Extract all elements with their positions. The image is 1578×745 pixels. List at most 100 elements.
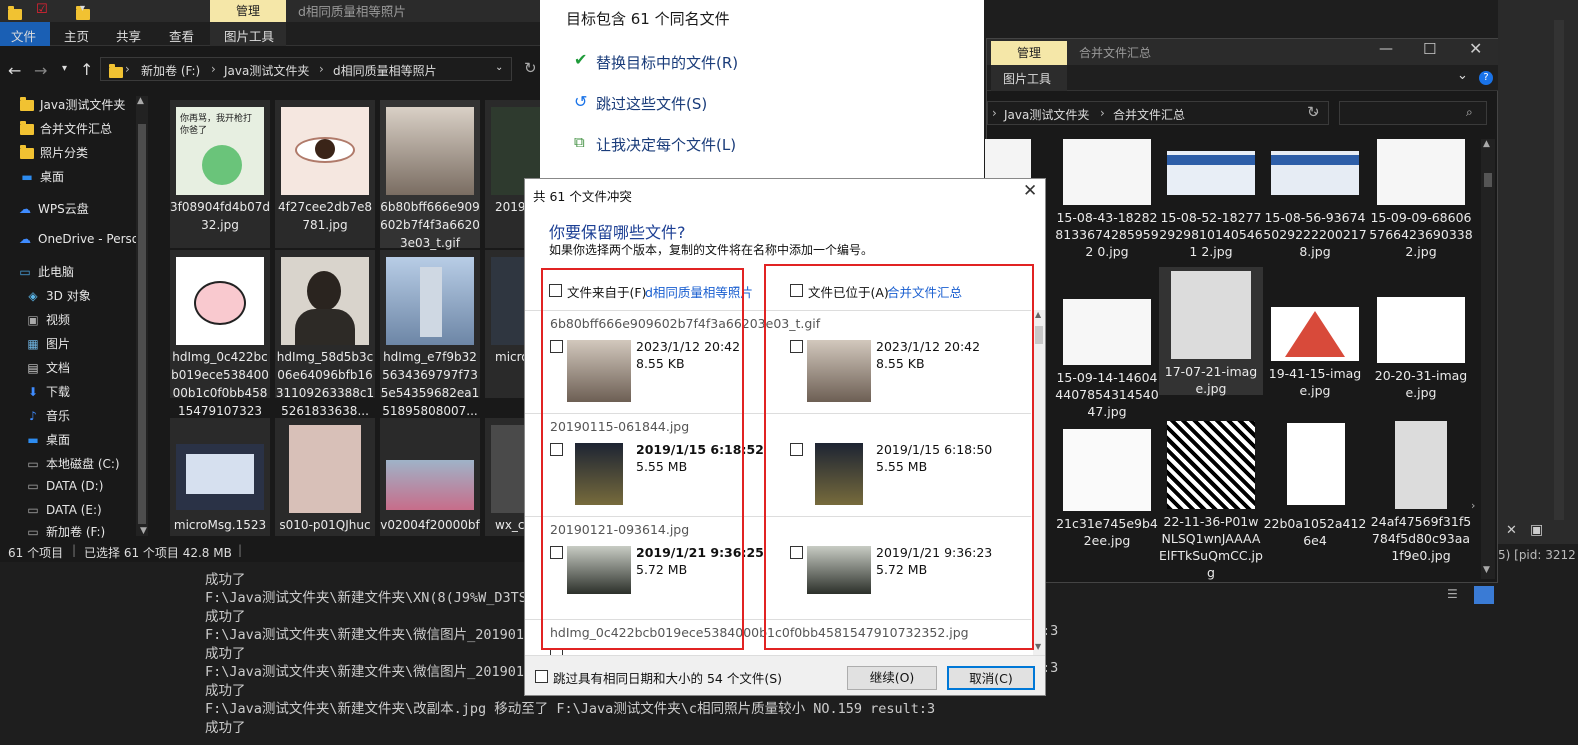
file-tile[interactable]: 你再骂，我开枪打你爸了 3f08904fd4b07d32.jpg bbox=[170, 100, 270, 248]
skip-files-option[interactable]: 跳过这些文件(S) bbox=[596, 93, 707, 114]
search-input[interactable]: ⌕ bbox=[1339, 101, 1487, 125]
nav-item[interactable]: ♪ 音乐 bbox=[26, 407, 70, 424]
refresh-icon[interactable]: ↻ bbox=[1307, 103, 1320, 121]
help-icon[interactable]: ? bbox=[1479, 71, 1493, 85]
tab-file-label[interactable]: 文件 bbox=[11, 26, 36, 45]
file-tile[interactable]: hdImg_0c422bcb019ece53840000b1c0f0bb4581… bbox=[170, 250, 270, 436]
file-tile[interactable]: 6b80bff666e909602b7f4f3a66203e03_t.gif bbox=[380, 100, 480, 250]
nav-item[interactable]: ☁ WPS云盘 bbox=[18, 200, 89, 217]
scrollbar-thumb[interactable] bbox=[138, 124, 146, 524]
file-tile[interactable]: s010-p01QJhuc bbox=[275, 418, 375, 536]
tab-picture-tools[interactable]: 图片工具 bbox=[1003, 70, 1051, 87]
close-icon[interactable]: ✕ bbox=[1023, 181, 1037, 201]
file-tile[interactable]: 15-09-09-686065766423690338 2.jpg bbox=[1369, 139, 1473, 267]
breadcrumb-item[interactable]: Java测试文件夹 bbox=[224, 62, 309, 79]
details-view-icon[interactable]: ☰ bbox=[1447, 587, 1458, 601]
file-tile[interactable]: hdImg_58d5b3c06e64096bfb1631109263388c15… bbox=[275, 250, 375, 418]
maximize-icon[interactable]: ☐ bbox=[1423, 40, 1436, 58]
file-tile[interactable]: 17-07-21-imag e.jpg bbox=[1159, 267, 1263, 396]
checklist-icon[interactable]: ☑ bbox=[36, 2, 48, 17]
file-tile[interactable]: 22-11-36-P01wNLSQ1wnJAAAAElFTkSuQmCC.jpg bbox=[1159, 421, 1263, 580]
nav-item[interactable]: Java测试文件夹 bbox=[20, 96, 125, 113]
tab-picture-tools[interactable]: 图片工具 bbox=[224, 26, 274, 45]
minimize-icon[interactable]: — bbox=[1379, 41, 1393, 57]
nav-item[interactable]: ▣ 视频 bbox=[26, 311, 70, 328]
file-tile[interactable]: 21c31e745e9b42ee.jpg bbox=[1055, 429, 1159, 557]
scrollbar-thumb[interactable] bbox=[1484, 173, 1492, 187]
file-tile[interactable]: 24af47569f31f5784f5d80c93aa1f9e0.jpg bbox=[1369, 421, 1473, 563]
thumbnail-view-icon[interactable] bbox=[1474, 586, 1494, 604]
tab-manage[interactable]: 管理 bbox=[210, 0, 286, 22]
nav-label: Java测试文件夹 bbox=[40, 98, 126, 112]
cancel-button[interactable]: 取消(C) bbox=[947, 666, 1035, 690]
nav-item[interactable]: ▦ 图片 bbox=[26, 335, 70, 352]
background-scrollbar[interactable] bbox=[1554, 20, 1564, 520]
tab-share[interactable]: 共享 bbox=[116, 26, 141, 45]
recent-chevron-icon[interactable]: ▾ bbox=[62, 63, 67, 74]
scroll-up-icon[interactable]: ▲ bbox=[137, 96, 144, 106]
replace-files-option[interactable]: 替换目标中的文件(R) bbox=[596, 52, 738, 73]
nav-scrollbar[interactable]: ▲ bbox=[136, 96, 148, 536]
scroll-up-icon[interactable]: ▲ bbox=[1035, 310, 1041, 319]
close-icon[interactable]: ✕ bbox=[1469, 39, 1482, 58]
nav-item[interactable]: ▭ DATA (E:) bbox=[26, 503, 101, 517]
chevron-down-icon[interactable]: ⌄ bbox=[495, 62, 503, 73]
file-tile[interactable]: hdImg_e7f9b325634369797f735e54359682ea15… bbox=[380, 250, 480, 418]
nav-item[interactable]: ▭ 本地磁盘 (C:) bbox=[26, 455, 119, 472]
nav-item[interactable]: ▭ 此电脑 bbox=[18, 263, 74, 280]
scroll-down-icon[interactable]: ▼ bbox=[1035, 642, 1041, 651]
nav-item[interactable]: ▭ 新加卷 (F:) bbox=[26, 523, 105, 540]
nav-item[interactable]: ▬ 桌面 bbox=[26, 431, 70, 448]
close-icon[interactable]: ✕ bbox=[1506, 523, 1517, 538]
breadcrumb-item[interactable]: Java测试文件夹 bbox=[1004, 106, 1089, 123]
scroll-down-icon[interactable]: ▼ bbox=[140, 526, 147, 536]
meme-text: 你再骂，我开枪打你爸了 bbox=[180, 114, 253, 136]
nav-item[interactable]: ◈ 3D 对象 bbox=[26, 287, 90, 304]
file-tile[interactable]: 15-08-56-936745029222200217 8.jpg bbox=[1263, 139, 1367, 267]
file-tile[interactable]: 15-09-14-146044407854314540 47.jpg bbox=[1055, 299, 1159, 427]
tab-manage[interactable]: 管理 bbox=[991, 41, 1067, 65]
decide-each-option[interactable]: 让我决定每个文件(L) bbox=[596, 134, 736, 155]
scroll-down-icon[interactable]: ▼ bbox=[1483, 565, 1490, 575]
file-tile[interactable]: microMsg.1523 bbox=[170, 418, 270, 536]
breadcrumb-item[interactable]: 新加卷 (F:) bbox=[141, 62, 200, 79]
nav-item[interactable]: 照片分类 bbox=[20, 144, 88, 161]
continue-button[interactable]: 继续(O) bbox=[847, 666, 937, 690]
forward-arrow-icon[interactable]: → bbox=[34, 61, 47, 80]
content-scrollbar[interactable]: ▲ ▼ bbox=[1481, 139, 1495, 579]
scroll-up-icon[interactable]: ▲ bbox=[1483, 139, 1490, 149]
breadcrumb-item[interactable]: d相同质量相等照片 bbox=[333, 62, 437, 79]
file-thumbnail bbox=[1287, 423, 1345, 505]
nav-item[interactable]: 合并文件汇总 bbox=[20, 120, 112, 137]
tab-view[interactable]: 查看 bbox=[169, 26, 194, 45]
dialog-scrollbar[interactable]: ▲ ▼ bbox=[1033, 310, 1045, 655]
address-bar[interactable]: › Java测试文件夹 › 合并文件汇总 ⌄ bbox=[987, 101, 1329, 125]
file-tile[interactable]: 15-08-43-1828281336742859592 0.jpg bbox=[1055, 139, 1159, 267]
window-icon[interactable]: ▣ bbox=[1530, 522, 1543, 538]
file-tile[interactable]: 20-20-31-imag e.jpg bbox=[1369, 297, 1473, 425]
replace-dialog-title: 目标包含 61 个同名文件 bbox=[566, 10, 730, 28]
dialog-heading: 你要保留哪些文件? bbox=[549, 223, 686, 242]
dialog-footer: 跳过具有相同日期和大小的 54 个文件(S) 继续(O) 取消(C) bbox=[525, 655, 1045, 695]
file-tile[interactable]: 15-08-52-1827729298101405461 2.jpg bbox=[1159, 139, 1263, 267]
chevron-right-icon[interactable]: › bbox=[1471, 499, 1475, 512]
file-tile[interactable]: 4f27cee2db7e8781.jpg bbox=[275, 100, 375, 248]
up-arrow-icon[interactable]: ↑ bbox=[80, 60, 93, 79]
nav-item[interactable]: ▭ DATA (D:) bbox=[26, 479, 103, 493]
scrollbar-thumb[interactable] bbox=[1035, 326, 1043, 344]
nav-item[interactable]: ▬ 桌面 bbox=[20, 168, 64, 185]
tab-home[interactable]: 主页 bbox=[64, 26, 89, 45]
file-tile[interactable]: v02004f20000bf bbox=[380, 418, 480, 536]
chevron-down-icon[interactable]: ▾ bbox=[80, 3, 85, 14]
nav-item[interactable]: ▤ 文档 bbox=[26, 359, 70, 376]
nav-item[interactable]: ⬇ 下载 bbox=[26, 383, 70, 400]
refresh-icon[interactable]: ↻ bbox=[524, 59, 537, 77]
address-bar[interactable]: › 新加卷 (F:) › Java测试文件夹 › d相同质量相等照片 ⌄ bbox=[100, 57, 512, 81]
nav-item[interactable]: ☁ OneDrive - Perso bbox=[18, 232, 139, 246]
breadcrumb-item[interactable]: 合并文件汇总 bbox=[1113, 106, 1185, 123]
chevron-down-icon[interactable]: ⌄ bbox=[1457, 68, 1468, 83]
file-tile[interactable]: 19-41-15-imag e.jpg bbox=[1263, 307, 1367, 435]
file-tile[interactable]: 22b0a1052a4126e4 bbox=[1263, 423, 1367, 551]
skip-same-checkbox[interactable] bbox=[535, 670, 548, 683]
back-arrow-icon[interactable]: ← bbox=[8, 61, 21, 80]
